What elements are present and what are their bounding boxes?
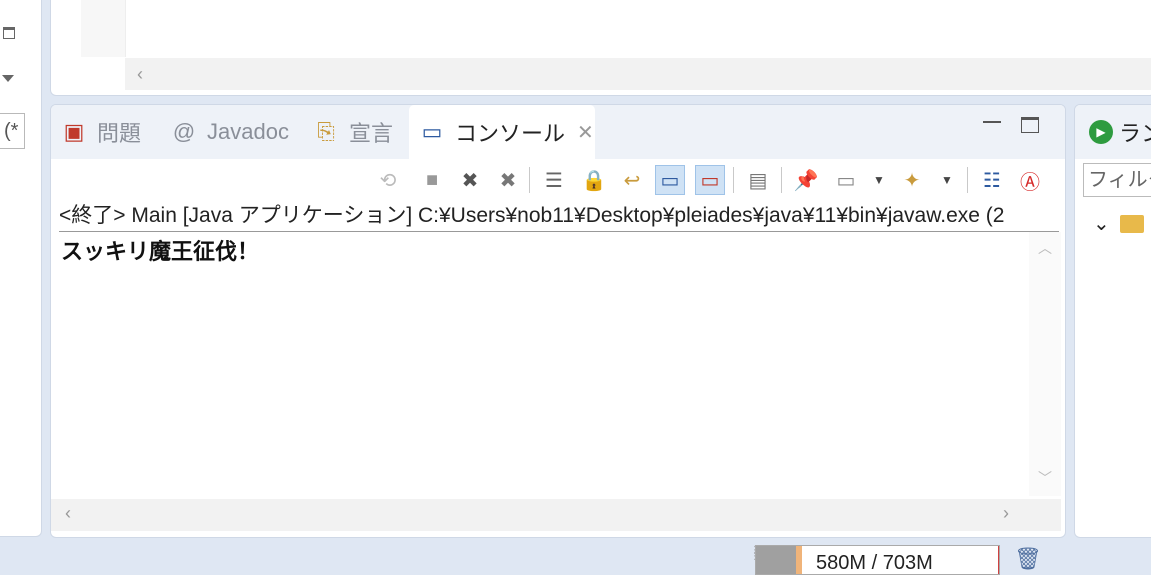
heap-status-text: 580M / 703M: [816, 552, 933, 574]
toolbar-separator: [967, 167, 968, 193]
view-menu-icon[interactable]: [2, 75, 14, 82]
editor-pane: ‹: [50, 0, 1151, 96]
tab-label: Javadoc: [207, 119, 289, 144]
chevron-down-icon[interactable]: ▼: [873, 173, 885, 187]
tab-declaration[interactable]: ⎘ 宣言: [313, 105, 393, 159]
tab-javadoc[interactable]: @ Javadoc: [171, 105, 289, 159]
scroll-left-icon[interactable]: ‹: [65, 503, 71, 524]
run-icon: ▶: [1089, 120, 1113, 144]
heap-max-marker: [998, 546, 999, 574]
editor-horizontal-scrollbar[interactable]: ‹: [125, 58, 1151, 90]
left-view-pane: (*: [0, 0, 42, 537]
chevron-down-icon[interactable]: ﹀: [1038, 468, 1052, 488]
left-filter-input[interactable]: (*: [0, 113, 25, 149]
maximize-button[interactable]: [1021, 117, 1039, 133]
tab-label: 宣言: [349, 121, 394, 146]
toolbar-separator: [733, 167, 734, 193]
show-on-stdout-icon[interactable]: ▭: [655, 165, 685, 195]
save-icon[interactable]: ▤: [743, 165, 773, 195]
tab-problems[interactable]: ▣ 問題: [61, 105, 141, 159]
toolbar-separator: [781, 167, 782, 193]
chevron-down-icon[interactable]: ▼: [941, 173, 953, 187]
pin-console-icon[interactable]: 📌: [791, 165, 821, 195]
remove-all-terminated-icon[interactable]: ✖: [493, 165, 523, 195]
console-list-icon[interactable]: ☷: [977, 165, 1007, 195]
heap-status: 580M / 703M: [755, 545, 1000, 575]
right-view-pane: ▶ ラン フィルタ ⌄: [1074, 104, 1151, 538]
console-vertical-scrollbar[interactable]: ︿ ﹀: [1029, 232, 1061, 496]
console-icon: ▭: [421, 119, 443, 144]
scroll-lock-icon[interactable]: 🔒: [579, 165, 609, 195]
relaunch-icon[interactable]: ⟲: [373, 165, 403, 195]
garbage-collect-icon[interactable]: 🗑: [1014, 546, 1044, 574]
scroll-right-icon[interactable]: ›: [1003, 503, 1009, 524]
minimize-button[interactable]: [983, 121, 1001, 125]
heap-usage-bar: [756, 546, 796, 574]
show-on-stderr-icon[interactable]: ▭: [695, 165, 725, 195]
remove-launch-icon[interactable]: ✖: [455, 165, 485, 195]
problems-icon: ▣: [63, 119, 85, 144]
console-process-title: <終了> Main [Java アプリケーション] C:¥Users¥nob11…: [59, 201, 1059, 232]
folder-icon: [1119, 214, 1144, 233]
ansi-console-icon[interactable]: Ⓐ: [1015, 165, 1045, 195]
chevron-up-icon[interactable]: ︿: [1038, 238, 1052, 258]
clear-console-icon[interactable]: ☰: [539, 165, 569, 195]
console-output-area[interactable]: スッキリ魔王征伐！: [51, 232, 1029, 496]
tree-item[interactable]: ⌄: [1093, 211, 1144, 236]
maximize-icon[interactable]: [3, 27, 15, 39]
terminate-icon[interactable]: ■: [417, 165, 447, 195]
word-wrap-icon[interactable]: ↩: [617, 165, 647, 195]
console-toolbar: ⟲ ■ ✖ ✖ ☰ 🔒 ↩ ▭ ▭ ▤ 📌 ▭ ▼ ✦ ▼ ☷ Ⓐ: [51, 159, 1065, 201]
console-view-pane: ▣ 問題 @ Javadoc ⎘ 宣言 ▭ コンソール ✕ ⟲ ■ ✖ ✖ ☰ …: [50, 104, 1066, 538]
tab-label: 問題: [97, 121, 142, 146]
at-icon: @: [172, 119, 196, 144]
tab-run[interactable]: ▶ ラン: [1075, 105, 1151, 159]
console-output-line: スッキリ魔王征伐！: [61, 239, 260, 264]
scroll-left-icon[interactable]: ‹: [137, 64, 143, 85]
tab-label: ラン: [1119, 121, 1151, 146]
tab-label: コンソール: [455, 121, 566, 146]
filter-input[interactable]: フィルタ: [1083, 163, 1151, 197]
open-console-icon[interactable]: ✦: [897, 165, 927, 195]
editor-gutter: [81, 0, 126, 57]
view-tab-bar: ▣ 問題 @ Javadoc ⎘ 宣言 ▭ コンソール ✕: [51, 105, 1065, 159]
chevron-down-icon[interactable]: ⌄: [1093, 211, 1110, 236]
tab-console[interactable]: ▭ コンソール ✕: [409, 105, 595, 159]
display-console-icon[interactable]: ▭: [831, 165, 861, 195]
heap-usage-bar-accent: [796, 546, 802, 574]
toolbar-separator: [529, 167, 530, 193]
close-icon[interactable]: ✕: [577, 120, 594, 145]
declaration-icon: ⎘: [317, 119, 335, 144]
console-horizontal-scrollbar[interactable]: ‹ ›: [51, 499, 1061, 531]
